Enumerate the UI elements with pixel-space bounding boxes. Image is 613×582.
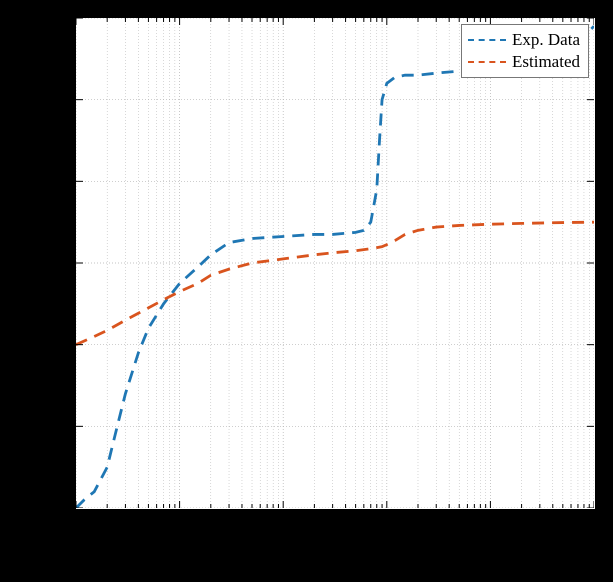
- legend-item-exp: Exp. Data: [468, 29, 580, 51]
- x-tick-label: 103: [582, 513, 605, 536]
- x-axis-label: Evaporation time t (h): [75, 545, 596, 567]
- legend-swatch-est: [468, 61, 506, 63]
- legend-swatch-exp: [468, 39, 506, 41]
- plot-svg: [76, 18, 594, 508]
- chart-canvas: Exp. Data Estimated 020406080100120 10-2…: [0, 0, 613, 582]
- series-group: [76, 26, 594, 508]
- legend-item-est: Estimated: [468, 51, 580, 73]
- series-estimated: [76, 222, 594, 345]
- legend-label-est: Estimated: [512, 52, 580, 72]
- x-tick-label: 10-2: [62, 513, 89, 536]
- series-exp-data: [76, 26, 594, 508]
- x-tick-label: 101: [374, 513, 397, 536]
- y-axis-label: Electrical resistance (Ω): [20, 90, 42, 410]
- x-tick-label: 10-1: [165, 513, 192, 536]
- x-tick-label: 100: [271, 513, 294, 536]
- plot-area: Exp. Data Estimated: [75, 17, 596, 510]
- legend: Exp. Data Estimated: [461, 24, 589, 78]
- legend-label-exp: Exp. Data: [512, 30, 580, 50]
- grid: [76, 18, 594, 508]
- x-tick-label: 102: [478, 513, 501, 536]
